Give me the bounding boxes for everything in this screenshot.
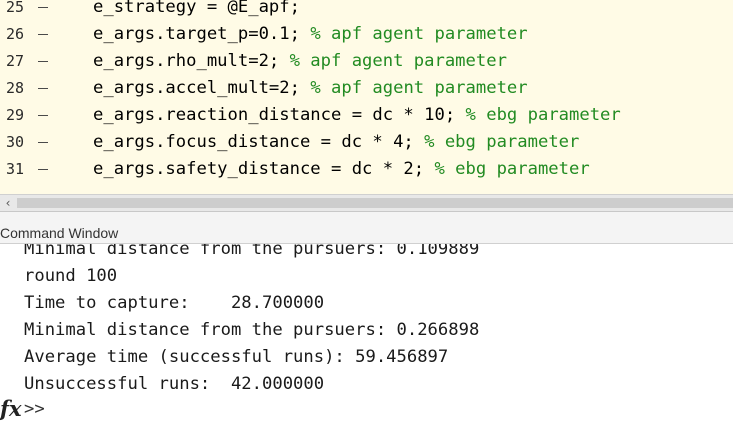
breakpoint-dash[interactable] <box>38 142 48 143</box>
line-number: 25 <box>6 0 25 16</box>
line-number: 27 <box>6 52 25 70</box>
output-line: Minimal distance from the pursuers: 0.10… <box>24 244 480 259</box>
editor-horizontal-scrollbar[interactable]: ‹ <box>0 194 733 211</box>
scrollbar-thumb[interactable] <box>17 198 733 208</box>
code-line[interactable]: 26 e_args.target_p=0.1; % apf agent para… <box>0 21 733 48</box>
code-comment: % ebg parameter <box>434 159 590 179</box>
scroll-left-arrow-icon[interactable]: ‹ <box>0 195 16 211</box>
breakpoint-dash[interactable] <box>38 61 48 62</box>
code-line[interactable]: 25 e_strategy = @E_apf; <box>0 0 733 21</box>
code-text: e_args.focus_distance = dc * 4; <box>93 132 425 152</box>
code-line[interactable]: 31 e_args.safety_distance = dc * 2; % eb… <box>0 156 733 183</box>
output-line: Average time (successful runs): 59.45689… <box>24 347 449 367</box>
code-text: e_args.rho_mult=2; <box>93 51 290 71</box>
code-line[interactable]: 30 e_args.focus_distance = dc * 4; % ebg… <box>0 129 733 156</box>
command-window-title: Command Window <box>0 225 119 241</box>
breakpoint-dash[interactable] <box>38 169 48 170</box>
code-comment: % apf agent parameter <box>310 24 528 44</box>
code-comment: % apf agent parameter <box>310 78 528 98</box>
function-browser-icon[interactable]: fx <box>0 396 22 422</box>
line-number: 28 <box>6 79 25 97</box>
code-text: e_args.accel_mult=2; <box>93 78 311 98</box>
code-text: e_args.target_p=0.1; <box>93 24 311 44</box>
command-window-header: Command Window <box>0 211 733 244</box>
output-line: Time to capture: 28.700000 <box>24 293 325 313</box>
output-line: Unsuccessful runs: 42.000000 <box>24 374 325 394</box>
code-comment: % ebg parameter <box>465 105 621 125</box>
command-prompt[interactable]: >> <box>24 396 45 423</box>
output-line: Minimal distance from the pursuers: 0.26… <box>24 320 480 340</box>
code-comment: % ebg parameter <box>424 132 580 152</box>
breakpoint-dash[interactable] <box>38 7 48 8</box>
code-line[interactable]: 28 e_args.accel_mult=2; % apf agent para… <box>0 75 733 102</box>
line-number: 30 <box>6 133 25 151</box>
breakpoint-dash[interactable] <box>38 88 48 89</box>
output-line: round 100 <box>24 266 118 286</box>
code-line[interactable]: 27 e_args.rho_mult=2; % apf agent parame… <box>0 48 733 75</box>
command-input-row[interactable]: fx >> <box>0 396 733 423</box>
code-line[interactable]: 29 e_args.reaction_distance = dc * 10; %… <box>0 102 733 129</box>
breakpoint-dash[interactable] <box>38 34 48 35</box>
line-number: 29 <box>6 106 25 124</box>
line-number: 31 <box>6 160 25 178</box>
code-text: e_strategy = @E_apf; <box>93 0 300 17</box>
command-window[interactable]: Minimal distance from the pursuers: 0.10… <box>0 244 733 430</box>
line-number: 26 <box>6 25 25 43</box>
breakpoint-dash[interactable] <box>38 115 48 116</box>
code-editor[interactable]: 25 e_strategy = @E_apf; 26 e_args.target… <box>0 0 733 194</box>
code-comment: % apf agent parameter <box>289 51 507 71</box>
code-text: e_args.reaction_distance = dc * 10; <box>93 105 466 125</box>
code-text: e_args.safety_distance = dc * 2; <box>93 159 435 179</box>
